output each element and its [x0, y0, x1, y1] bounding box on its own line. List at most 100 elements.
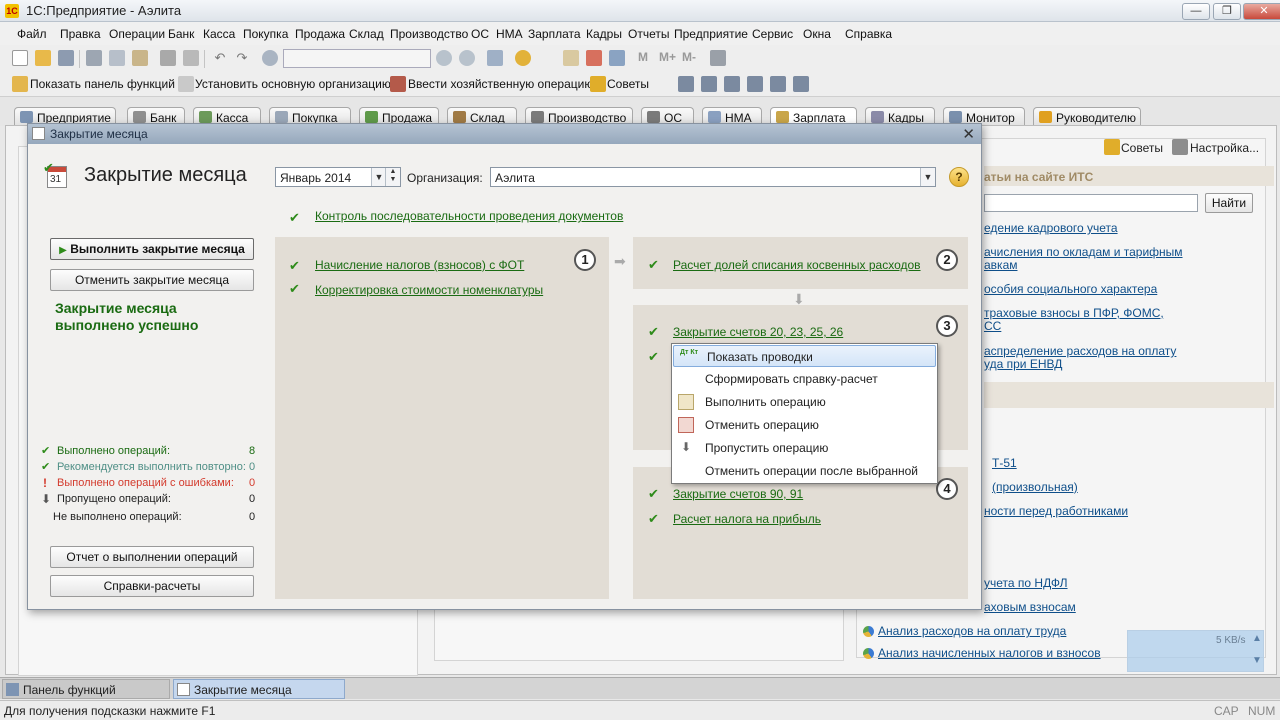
enter-operation-button[interactable]: Ввести хозяйственную операцию — [408, 77, 593, 91]
menu-windows[interactable]: Окна — [803, 27, 831, 41]
calendar-icon[interactable] — [586, 50, 602, 66]
open-folder-icon[interactable] — [35, 50, 51, 66]
memory-m-icon[interactable]: M — [638, 50, 648, 64]
task-month-close[interactable]: Закрытие месяца — [173, 679, 345, 699]
memory-plus-icon[interactable]: M+ — [659, 50, 676, 64]
its-search-input[interactable] — [984, 194, 1198, 212]
menu-run-operation[interactable]: Выполнить операцию — [672, 391, 937, 413]
calculation-refs-button[interactable]: Справки-расчеты — [50, 575, 254, 597]
card-icon[interactable] — [747, 76, 763, 92]
menu-fixed-assets[interactable]: ОС — [471, 27, 489, 41]
redo-icon[interactable]: ↷ — [234, 50, 250, 66]
menu-edit[interactable]: Правка — [60, 27, 101, 41]
op-profit-tax[interactable]: Расчет налога на прибыль — [673, 512, 821, 526]
menu-salary[interactable]: Зарплата — [528, 27, 581, 41]
report-link-arbitrary[interactable]: (произвольная) — [992, 481, 1078, 494]
menu-purchase[interactable]: Покупка — [243, 27, 288, 41]
print-preview-icon[interactable] — [183, 50, 199, 66]
menu-service[interactable]: Сервис — [752, 27, 793, 41]
cut-icon[interactable] — [86, 50, 102, 66]
maximize-button[interactable]: ❐ — [1213, 3, 1241, 20]
its-link-1[interactable]: едение кадрового учета — [984, 222, 1118, 235]
op-close-accounts-90[interactable]: Закрытие счетов 90, 91 — [673, 487, 803, 501]
menu-reports[interactable]: Отчеты — [628, 27, 669, 41]
organization-field[interactable]: Аэлита ▼ — [490, 167, 936, 187]
report-link-ndfl[interactable]: учета по НДФЛ — [984, 577, 1068, 590]
its-link-2b[interactable]: авкам — [984, 259, 1018, 272]
undo-icon[interactable]: ↶ — [212, 50, 228, 66]
report-link-t51[interactable]: Т-51 — [992, 457, 1017, 470]
save-icon[interactable] — [58, 50, 74, 66]
op-close-accounts-20[interactable]: Закрытие счетов 20, 23, 25, 26 — [673, 325, 843, 339]
menu-warehouse[interactable]: Склад — [349, 27, 384, 41]
chevron-down-icon[interactable]: ▼ — [920, 168, 935, 186]
users-icon[interactable] — [609, 50, 625, 66]
menu-operations[interactable]: Операции — [109, 27, 165, 41]
calendar-icon — [32, 127, 45, 140]
analysis-icon[interactable] — [770, 76, 786, 92]
menu-cancel-after-selected[interactable]: Отменить операции после выбранной — [672, 460, 937, 482]
menu-sale[interactable]: Продажа — [295, 27, 345, 41]
menu-show-entries[interactable]: Дт Кт Показать проводки — [673, 345, 936, 367]
its-link-5b[interactable]: уда при ЕНВД — [984, 358, 1062, 371]
settings-link[interactable]: Настройка... — [1190, 141, 1259, 155]
task-function-panel[interactable]: Панель функций — [2, 679, 170, 699]
menu-production[interactable]: Производство — [390, 27, 468, 41]
op-cost-adjustment[interactable]: Корректировка стоимости номенклатуры — [315, 283, 543, 297]
info-icon[interactable] — [515, 50, 531, 66]
control-sequence-link[interactable]: Контроль последовательности проведения д… — [315, 209, 623, 223]
show-function-panel-button[interactable]: Показать панель функций — [30, 77, 175, 91]
memory-minus-icon[interactable]: M- — [682, 50, 696, 64]
search-prev-icon[interactable] — [459, 50, 475, 66]
menu-enterprise[interactable]: Предприятие — [674, 27, 748, 41]
paste-icon[interactable] — [132, 50, 148, 66]
report-link-insurance[interactable]: аховым взносам — [984, 601, 1076, 614]
dialog-close-icon[interactable]: ✕ — [962, 125, 975, 143]
its-link-4b[interactable]: СС — [984, 320, 1001, 333]
search-next-icon[interactable] — [436, 50, 452, 66]
chevron-down-icon[interactable]: ▼ — [371, 168, 386, 186]
cancel-month-close-button[interactable]: Отменить закрытие месяца — [50, 269, 254, 291]
new-document-icon[interactable] — [12, 50, 28, 66]
op-taxes-from-payroll[interactable]: Начисление налогов (взносов) с ФОТ — [315, 258, 524, 272]
calculator-icon[interactable] — [563, 50, 579, 66]
menu-bank[interactable]: Банк — [168, 27, 194, 41]
its-link-4a[interactable]: траховые взносы в ПФР, ФОМС, — [984, 307, 1164, 320]
tips-bg-link[interactable]: Советы — [1121, 141, 1163, 155]
journal-icon[interactable] — [701, 76, 717, 92]
report-link-employees[interactable]: ности перед работниками — [984, 505, 1128, 518]
menu-skip-operation[interactable]: ⬇ Пропустить операцию — [672, 437, 937, 459]
chart-of-accounts-icon[interactable] — [678, 76, 694, 92]
report-icon[interactable] — [793, 76, 809, 92]
menu-file[interactable]: Файл — [17, 27, 47, 41]
menu-cancel-operation[interactable]: Отменить операцию — [672, 414, 937, 436]
search-icon[interactable] — [262, 50, 278, 66]
tools-icon[interactable] — [710, 50, 726, 66]
menu-cash[interactable]: Касса — [203, 27, 235, 41]
print-icon[interactable] — [160, 50, 176, 66]
search-input[interactable] — [283, 49, 431, 68]
menu-intangible[interactable]: НМА — [496, 27, 523, 41]
balance-icon[interactable] — [724, 76, 740, 92]
menu-make-calculation[interactable]: Сформировать справку-расчет — [672, 368, 937, 390]
help-icon[interactable]: ? — [949, 167, 969, 187]
period-spin-icon[interactable]: ▲ ▼ — [385, 168, 400, 186]
close-window-button[interactable]: ✕ — [1243, 3, 1280, 20]
op-indirect-costs-share[interactable]: Расчет долей списания косвенных расходов — [673, 258, 921, 272]
tab-manager[interactable]: Руководителю — [1033, 107, 1141, 126]
minimize-button[interactable]: — — [1182, 3, 1210, 20]
its-link-3[interactable]: особия социального характера — [984, 283, 1157, 296]
copy-icon[interactable] — [109, 50, 125, 66]
double-check-icon: ✔ — [289, 210, 300, 225]
analysis-link-salary[interactable]: Анализ расходов на оплату труда — [878, 625, 1066, 638]
set-main-organization-button[interactable]: Установить основную организацию — [195, 77, 391, 91]
windows-icon[interactable] — [487, 50, 503, 66]
menu-hr[interactable]: Кадры — [586, 27, 622, 41]
analysis-link-taxes[interactable]: Анализ начисленных налогов и взносов — [878, 647, 1101, 660]
run-month-close-button[interactable]: ▶ Выполнить закрытие месяца — [50, 238, 254, 260]
tips-button[interactable]: Советы — [607, 77, 649, 91]
menu-help[interactable]: Справка — [845, 27, 892, 41]
its-find-button[interactable]: Найти — [1205, 193, 1253, 213]
period-field[interactable]: Январь 2014 ▼ ▲ ▼ — [275, 167, 401, 187]
operations-report-button[interactable]: Отчет о выполнении операций — [50, 546, 254, 568]
